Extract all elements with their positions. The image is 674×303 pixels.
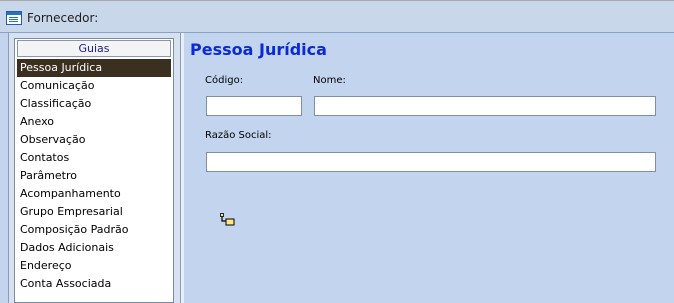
nav-item-acompanhamento[interactable]: Acompanhamento xyxy=(17,185,171,203)
form-content: Pessoa Jurídica Código: Nome: Razão Soci… xyxy=(184,33,674,303)
nav-item-grupo-empresarial[interactable]: Grupo Empresarial xyxy=(17,203,171,221)
codigo-label: Código: xyxy=(205,75,244,86)
nav-list: Pessoa Jurídica Comunicação Classificaçã… xyxy=(17,59,171,293)
nav-item-conta-associada[interactable]: Conta Associada xyxy=(17,275,171,293)
nav-item-pessoa-juridica[interactable]: Pessoa Jurídica xyxy=(17,59,171,77)
nav-item-parametro[interactable]: Parâmetro xyxy=(17,167,171,185)
nav-item-endereco[interactable]: Endereço xyxy=(17,257,171,275)
nome-field[interactable] xyxy=(314,96,656,116)
nav-item-comunicacao[interactable]: Comunicação xyxy=(17,77,171,95)
razao-social-field[interactable] xyxy=(206,152,656,172)
nav-list-box: Guias Pessoa Jurídica Comunicação Classi… xyxy=(14,38,174,303)
nome-label: Nome: xyxy=(313,75,346,86)
window-title: Fornecedor: xyxy=(27,11,99,25)
page-title: Pessoa Jurídica xyxy=(190,40,327,59)
nav-item-dados-adicionais[interactable]: Dados Adicionais xyxy=(17,239,171,257)
codigo-field[interactable] xyxy=(206,96,302,116)
razao-social-label: Razão Social: xyxy=(205,130,272,141)
nav-header: Guias xyxy=(17,40,171,57)
nav-item-contatos[interactable]: Contatos xyxy=(17,149,171,167)
nav-item-composicao-padrao[interactable]: Composição Padrão xyxy=(17,221,171,239)
window-title-bar: Fornecedor: xyxy=(0,0,674,33)
nav-item-observacao[interactable]: Observação xyxy=(17,131,171,149)
nav-item-anexo[interactable]: Anexo xyxy=(17,113,171,131)
drag-link-cursor-icon xyxy=(220,213,235,226)
nav-item-classificacao[interactable]: Classificação xyxy=(17,95,171,113)
form-window-icon xyxy=(6,11,22,25)
